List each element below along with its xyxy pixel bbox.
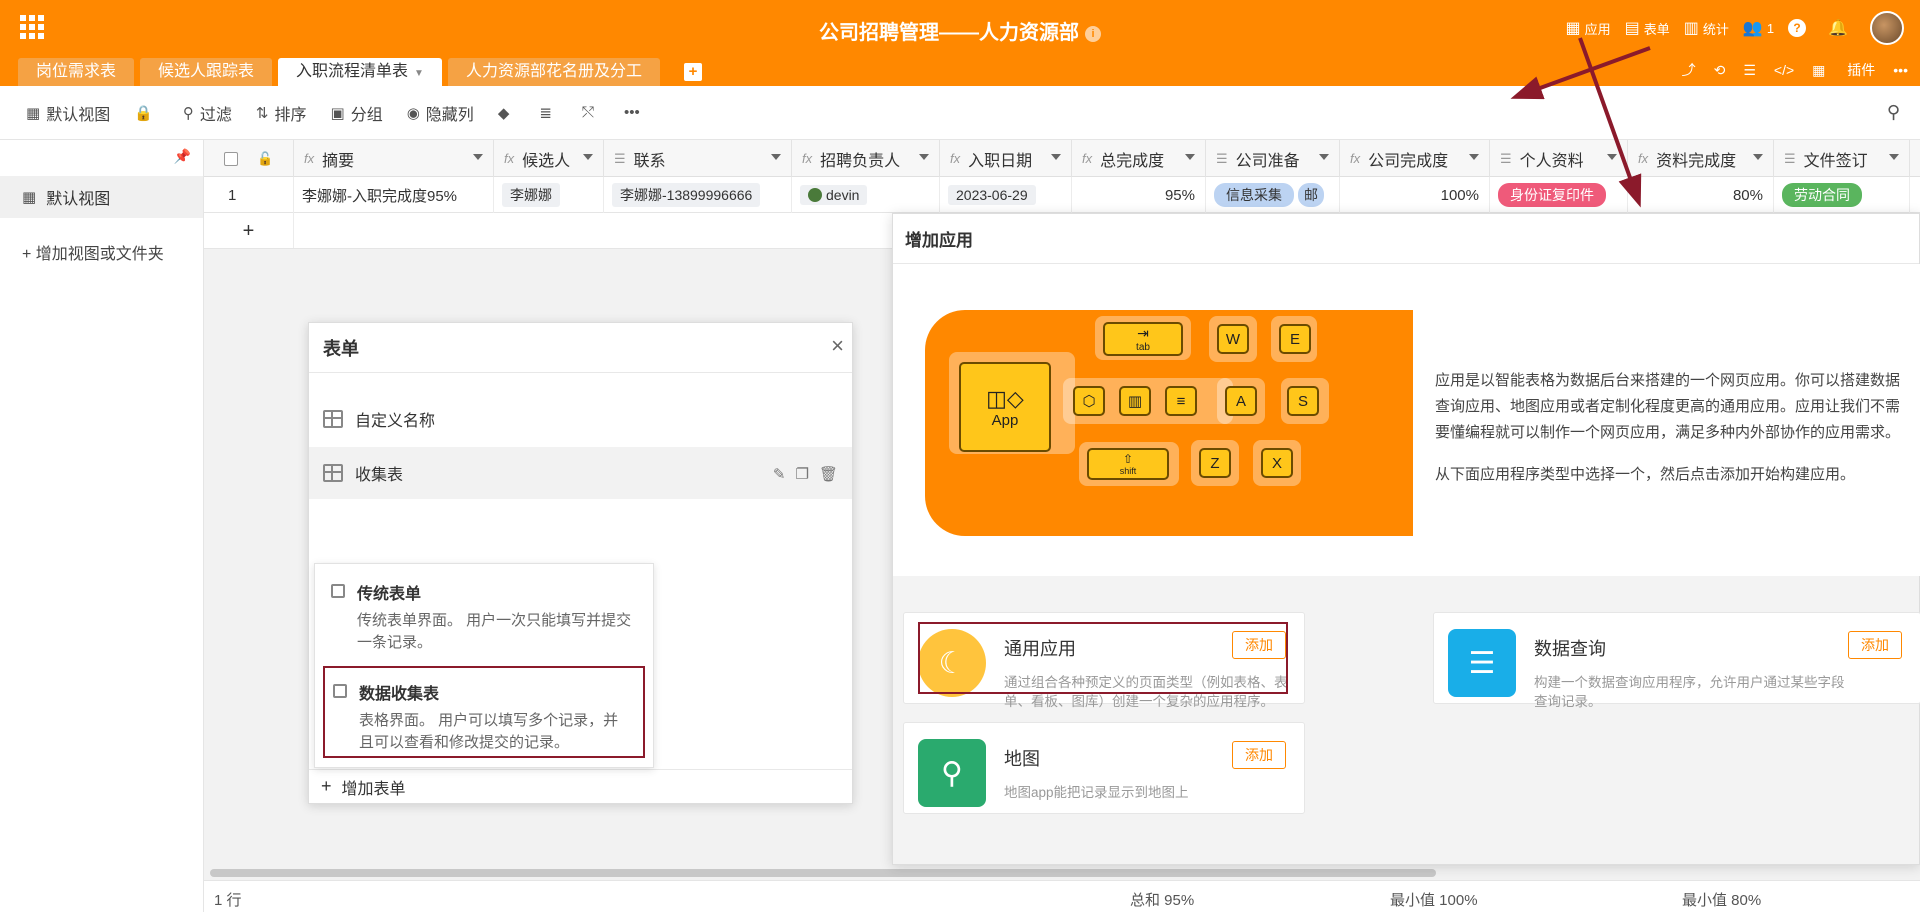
annotation-arrows <box>1510 37 1651 208</box>
arrow-to-plugins <box>1510 46 1651 100</box>
